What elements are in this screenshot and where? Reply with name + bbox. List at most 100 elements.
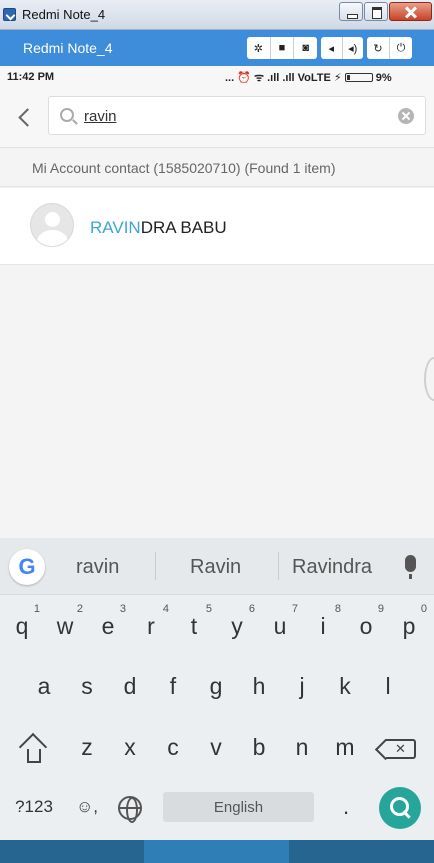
key-t[interactable]: t5 bbox=[174, 603, 214, 649]
device-title: Redmi Note_4 bbox=[23, 40, 113, 56]
toolbar-group-power: ↻ ⏻ bbox=[367, 37, 412, 59]
minimize-button[interactable] bbox=[339, 2, 363, 21]
android-status-bar: 11:42 PM ... ⏰ ᯤ .ıll .ıll VoLTE ⚡ 9% bbox=[0, 66, 434, 88]
key-r[interactable]: r4 bbox=[131, 603, 171, 649]
settings-icon[interactable]: ✲ bbox=[247, 37, 271, 59]
key-e[interactable]: e3 bbox=[88, 603, 128, 649]
empty-content-area bbox=[0, 266, 434, 538]
back-arrow-icon[interactable] bbox=[12, 104, 38, 130]
key-q[interactable]: q1 bbox=[2, 603, 42, 649]
search-header bbox=[0, 88, 434, 148]
search-box[interactable] bbox=[48, 96, 426, 135]
keyboard: G ravin Ravin Ravindra q1w2e3r4t5y6u7i8o… bbox=[0, 538, 434, 840]
result-header-label: Mi Account contact (1585020710) (Found 1… bbox=[32, 160, 336, 176]
key-o[interactable]: o9 bbox=[346, 603, 386, 649]
shift-icon[interactable] bbox=[19, 735, 49, 765]
key-number-hint: 5 bbox=[205, 603, 212, 615]
key-d[interactable]: d bbox=[110, 663, 150, 709]
key-number-hint: 7 bbox=[291, 603, 298, 615]
key-a[interactable]: a bbox=[24, 663, 64, 709]
space-key[interactable]: English bbox=[163, 792, 314, 822]
key-j[interactable]: j bbox=[282, 663, 322, 709]
key-i[interactable]: i8 bbox=[303, 603, 343, 649]
emulator-toolbar: Redmi Note_4 ✲ ■ ◙ ◂ ◂) ↻ ⏻ bbox=[0, 30, 434, 66]
key-z[interactable]: z bbox=[67, 724, 107, 770]
status-icons-text: ... ⏰ ᯤ .ıll .ıll VoLTE ⚡ bbox=[225, 72, 342, 84]
android-nav-bar bbox=[0, 840, 434, 863]
globe-icon[interactable] bbox=[118, 796, 142, 823]
contact-name: RAVINDRA BABU bbox=[90, 218, 227, 238]
battery-percent: 9% bbox=[375, 72, 392, 84]
search-input[interactable] bbox=[84, 104, 384, 128]
key-number-hint: 4 bbox=[162, 603, 169, 615]
volume-up-icon[interactable]: ◂) bbox=[343, 37, 364, 59]
key-p[interactable]: p0 bbox=[389, 603, 429, 649]
key-c[interactable]: c bbox=[153, 724, 193, 770]
power-icon[interactable]: ⏻ bbox=[390, 37, 412, 59]
suggestion-1[interactable]: ravin bbox=[76, 556, 119, 579]
key-v[interactable]: v bbox=[196, 724, 236, 770]
key-k[interactable]: k bbox=[325, 663, 365, 709]
app-menu-icon[interactable] bbox=[3, 8, 16, 21]
microphone-icon[interactable] bbox=[405, 555, 416, 579]
key-label: o bbox=[359, 612, 373, 639]
key-y[interactable]: y6 bbox=[217, 603, 257, 649]
contact-name-match: RAVIN bbox=[90, 218, 141, 237]
key-g[interactable]: g bbox=[196, 663, 236, 709]
google-g-icon[interactable]: G bbox=[9, 549, 45, 585]
emulator-window: Redmi Note_4 Redmi Note_4 ✲ ■ ◙ ◂ ◂) ↻ ⏻… bbox=[0, 0, 434, 863]
record-icon[interactable]: ■ bbox=[271, 37, 295, 59]
rotate-icon[interactable]: ↻ bbox=[367, 37, 390, 59]
key-number-hint: 8 bbox=[334, 603, 341, 615]
toolbar-group-volume: ◂ ◂) bbox=[321, 37, 363, 59]
key-h[interactable]: h bbox=[239, 663, 279, 709]
key-label: q bbox=[15, 612, 29, 639]
key-u[interactable]: u7 bbox=[260, 603, 300, 649]
key-b[interactable]: b bbox=[239, 724, 279, 770]
suggestion-3[interactable]: Ravindra bbox=[292, 556, 372, 579]
key-label: w bbox=[56, 612, 74, 639]
key-m[interactable]: m bbox=[325, 724, 365, 770]
key-number-hint: 2 bbox=[76, 603, 83, 615]
backspace-icon[interactable] bbox=[386, 739, 416, 759]
suggestion-bar: G ravin Ravin Ravindra bbox=[0, 538, 434, 595]
divider bbox=[155, 552, 156, 580]
contact-row[interactable]: RAVINDRA BABU bbox=[0, 188, 434, 265]
key-x[interactable]: x bbox=[110, 724, 150, 770]
search-go-key[interactable] bbox=[379, 787, 421, 829]
key-s[interactable]: s bbox=[67, 663, 107, 709]
key-label: p bbox=[402, 612, 416, 639]
battery-icon bbox=[344, 73, 373, 82]
emoji-comma-key[interactable]: ☺, bbox=[66, 784, 108, 830]
key-number-hint: 1 bbox=[33, 603, 40, 615]
key-label: y bbox=[231, 612, 243, 639]
key-number-hint: 6 bbox=[248, 603, 255, 615]
key-number-hint: 9 bbox=[377, 603, 384, 615]
screenshot-icon[interactable]: ◙ bbox=[294, 37, 317, 59]
close-button[interactable] bbox=[389, 2, 432, 21]
status-icons: ... ⏰ ᯤ .ıll .ıll VoLTE ⚡ 9% bbox=[225, 70, 392, 85]
key-f[interactable]: f bbox=[153, 663, 193, 709]
key-w[interactable]: w2 bbox=[45, 603, 85, 649]
symbols-key[interactable]: ?123 bbox=[13, 784, 55, 830]
key-label: t bbox=[190, 612, 198, 639]
maximize-button[interactable] bbox=[364, 2, 388, 21]
key-l[interactable]: l bbox=[368, 663, 408, 709]
divider bbox=[278, 552, 279, 580]
contact-name-rest: DRA BABU bbox=[140, 218, 227, 237]
window-titlebar: Redmi Note_4 bbox=[0, 0, 434, 30]
home-button[interactable] bbox=[144, 840, 289, 863]
volume-down-icon[interactable]: ◂ bbox=[321, 37, 343, 59]
period-key[interactable]: . bbox=[326, 784, 366, 830]
toolbar-group-tools: ✲ ■ ◙ bbox=[247, 37, 317, 59]
key-number-hint: 0 bbox=[420, 603, 427, 615]
status-time: 11:42 PM bbox=[7, 71, 55, 83]
search-icon bbox=[60, 108, 74, 122]
clear-icon[interactable] bbox=[398, 108, 414, 124]
key-n[interactable]: n bbox=[282, 724, 322, 770]
avatar bbox=[30, 203, 74, 247]
key-label: r bbox=[147, 612, 155, 639]
result-section-header: Mi Account contact (1585020710) (Found 1… bbox=[0, 149, 434, 187]
suggestion-2[interactable]: Ravin bbox=[190, 556, 241, 579]
key-label: i bbox=[320, 612, 326, 639]
